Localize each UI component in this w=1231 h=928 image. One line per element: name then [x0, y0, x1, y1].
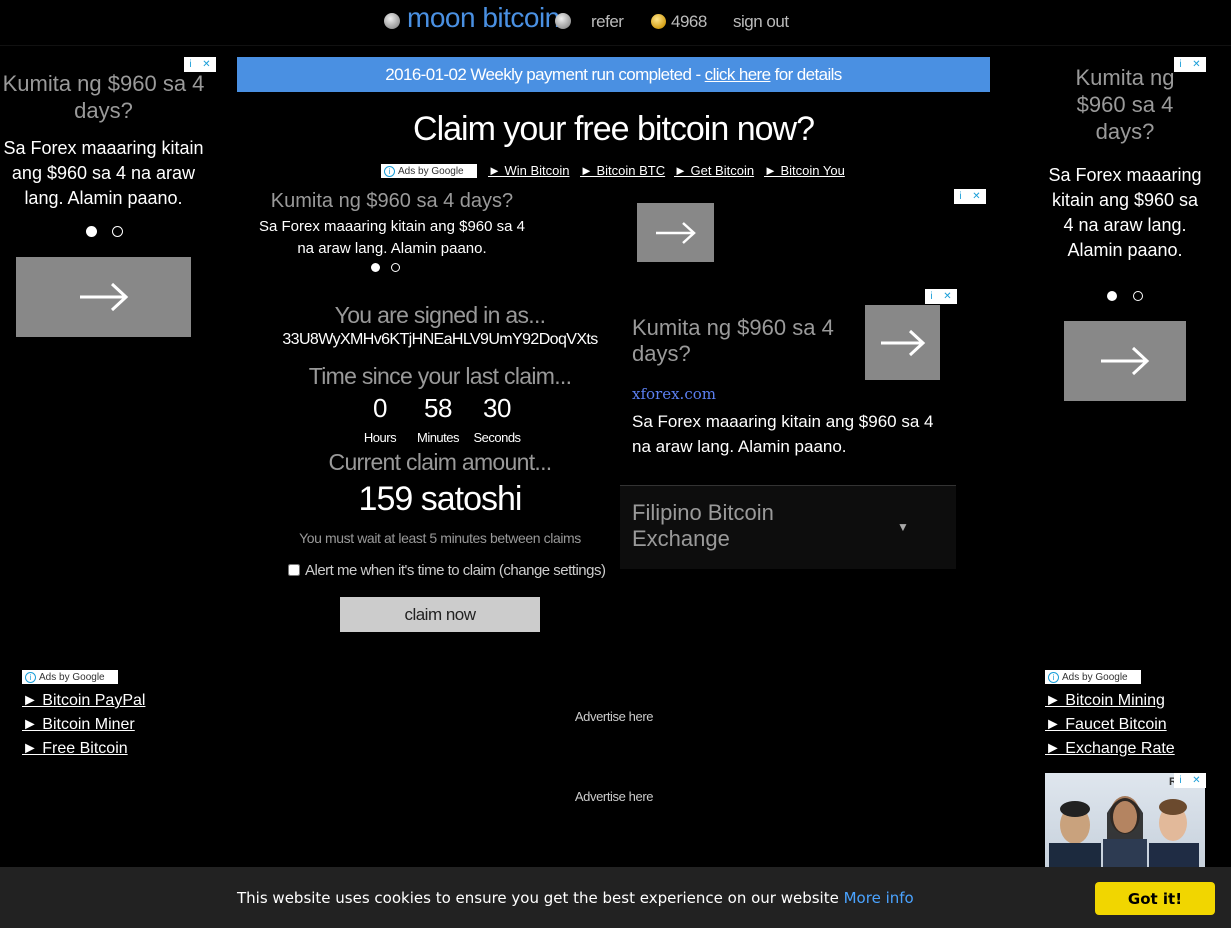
moon-icon [555, 13, 571, 29]
seconds-label: Seconds [473, 430, 521, 445]
arrow-right-icon [79, 282, 128, 312]
ad-link[interactable]: ► Bitcoin Mining [1045, 692, 1165, 710]
hours-value: 0 [373, 393, 387, 423]
carousel-dot[interactable] [112, 226, 123, 237]
close-icon[interactable]: ✕ [202, 59, 210, 70]
ad-link[interactable]: ► Bitcoin PayPal [22, 692, 145, 710]
coin-icon [651, 14, 666, 29]
ad-body[interactable]: Sa Forex maaaring kitain ang $960 sa 4 n… [252, 216, 532, 260]
cookie-more-info-link[interactable]: More info [844, 889, 914, 907]
carousel-dot[interactable] [371, 263, 380, 272]
arrow-right-icon [655, 221, 696, 244]
ad-arrow-button[interactable] [637, 203, 714, 262]
advertise-link[interactable]: Advertise here [537, 709, 691, 724]
ad-arrow-button[interactable] [865, 305, 940, 380]
page-title: Claim your free bitcoin now? [413, 110, 815, 148]
ad-link[interactable]: ► Bitcoin BTC [580, 163, 665, 178]
brand-link[interactable]: moon bitcoin [407, 2, 560, 34]
minutes-value: 58 [424, 393, 452, 423]
dropdown-label[interactable]: Filipino Bitcoin Exchange [632, 500, 852, 552]
ad-domain[interactable]: xforex.com [632, 385, 716, 403]
chevron-down-icon[interactable]: ▼ [897, 520, 909, 534]
wallet-address: 33U8WyXMHv6KTjHNEaHLV9UmY92DoqVXts [282, 331, 598, 348]
info-icon: i [384, 165, 395, 177]
cookie-accept-button[interactable]: Got it! [1095, 882, 1215, 915]
ads-by-google-badge[interactable]: i Ads by Google [381, 164, 477, 178]
moon-icon [384, 13, 400, 29]
claim-amount-label: Current claim amount... [328, 449, 553, 475]
ad-arrow-button[interactable] [1064, 321, 1186, 401]
carousel-dot[interactable] [1107, 291, 1117, 301]
minutes-label: Minutes [416, 430, 460, 445]
arrow-right-icon [1101, 346, 1150, 376]
ad-link[interactable]: ► Bitcoin Miner [22, 716, 135, 734]
ad-headline[interactable]: Kumita ng $960 sa 4 days? [0, 70, 207, 124]
ad-body[interactable]: Sa Forex maaaring kitain ang $960 sa 4 n… [632, 409, 957, 459]
claim-amount: 159 satoshi [358, 480, 523, 518]
alert-checkbox[interactable] [288, 564, 300, 576]
advertise-link[interactable]: Advertise here [537, 789, 691, 804]
ad-body[interactable]: Sa Forex maaaring kitain ang $960 sa 4 n… [0, 136, 207, 211]
ad-link[interactable]: ► Bitcoin You [764, 163, 845, 178]
cookie-message: This website uses cookies to ensure you … [237, 889, 914, 907]
wait-note: You must wait at least 5 minutes between… [299, 530, 581, 546]
timer-label: Time since your last claim... [308, 363, 572, 389]
signed-in-label: You are signed in as... [334, 302, 546, 328]
balance-value: 4968 [671, 12, 707, 31]
close-icon: ✕ [943, 290, 952, 302]
ad-link[interactable]: ► Exchange Rate [1045, 740, 1175, 758]
payment-banner: 2016-01-02 Weekly payment run completed … [237, 57, 990, 92]
close-icon: ✕ [972, 190, 981, 202]
info-icon: i [25, 671, 36, 683]
ad-body[interactable]: Sa Forex maaaring kitain ang $960 sa 4 n… [1045, 163, 1205, 263]
ads-by-google-badge[interactable]: i Ads by Google [1045, 670, 1141, 684]
claim-now-button[interactable]: claim now [340, 597, 540, 632]
ad-link[interactable]: ► Faucet Bitcoin [1045, 716, 1167, 734]
close-icon: ✕ [1192, 774, 1201, 786]
ad-arrow-button[interactable] [16, 257, 191, 337]
carousel-dot[interactable] [391, 263, 400, 272]
hours-label: Hours [363, 430, 397, 445]
carousel-dot[interactable] [86, 226, 97, 237]
ad-headline[interactable]: Kumita ng $960 sa 4 days? [1055, 64, 1195, 145]
info-icon: i [1048, 671, 1059, 683]
ad-link[interactable]: ► Win Bitcoin [488, 163, 570, 178]
change-settings-link[interactable]: change settings [503, 562, 601, 579]
seconds-value: 30 [483, 393, 511, 423]
signout-link[interactable]: sign out [733, 12, 789, 32]
adchoices-icon[interactable]: i ✕ [954, 189, 986, 204]
adchoices-icon[interactable]: i ✕ [925, 289, 957, 304]
ad-headline[interactable]: Kumita ng $960 sa 4 days? [632, 315, 860, 367]
carousel-dot[interactable] [1133, 291, 1143, 301]
ad-link[interactable]: ► Free Bitcoin [22, 740, 128, 758]
ad-headline[interactable]: Kumita ng $960 sa 4 days? [252, 188, 532, 215]
adchoices-icon[interactable]: i ✕ [1174, 773, 1206, 788]
refer-link[interactable]: refer [591, 12, 624, 32]
arrow-right-icon [880, 329, 925, 356]
alert-label: Alert me when it's time to claim (change… [305, 562, 606, 579]
ad-link[interactable]: ► Get Bitcoin [674, 163, 754, 178]
banner-details-link[interactable]: click here [705, 65, 771, 84]
ads-by-google-badge[interactable]: i Ads by Google [22, 670, 118, 684]
